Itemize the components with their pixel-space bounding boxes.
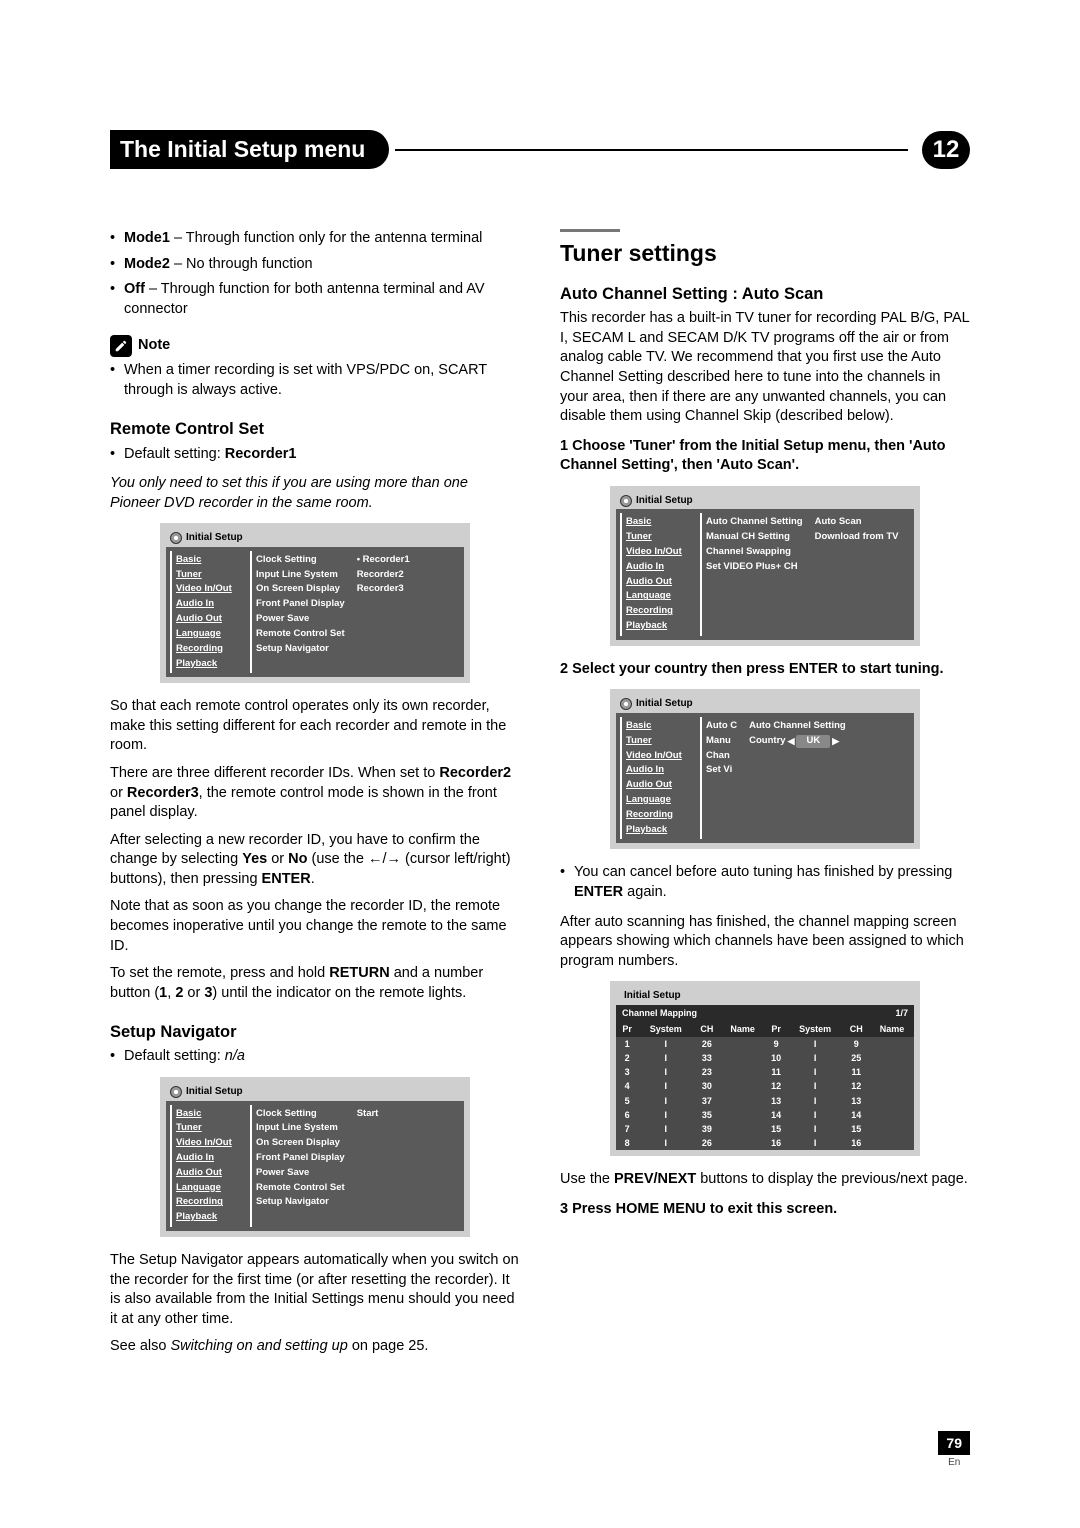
tuner-intro: This recorder has a built-in TV tuner fo…: [560, 309, 970, 426]
page-lang: En: [938, 1457, 970, 1468]
setupnav-default: Default setting: n/a: [110, 1047, 520, 1067]
step-1: 1 Choose 'Tuner' from the Initial Setup …: [560, 437, 970, 476]
chapter-header: The Initial Setup menu 12: [110, 130, 970, 169]
menu-left-panel: Basic Tuner Video In/Out Audio In Audio …: [620, 717, 696, 840]
setupnav-p2: See also Switching on and setting up on …: [110, 1337, 520, 1357]
mode-item: Off – Through function for both antenna …: [110, 280, 520, 319]
remote-p3: After selecting a new recorder ID, you h…: [110, 831, 520, 890]
table-header: PrSystemCHName PrSystemCHName: [616, 1021, 914, 1037]
note-block: Note: [110, 335, 520, 357]
setupnav-heading: Setup Navigator: [110, 1021, 520, 1043]
menu-screenshot-remote: Initial Setup Basic Tuner Video In/Out A…: [160, 523, 470, 683]
disc-icon: [170, 532, 182, 544]
after-scan: After auto scanning has finished, the ch…: [560, 913, 970, 972]
menu-left-panel: Basic Tuner Video In/Out Audio In Audio …: [620, 513, 696, 636]
default-setting: Default setting: n/a: [110, 1047, 520, 1067]
left-column: Mode1 – Through function only for the an…: [110, 229, 520, 1365]
autoscan-heading: Auto Channel Setting : Auto Scan: [560, 283, 970, 305]
note-text: When a timer recording is set with VPS/P…: [110, 361, 520, 400]
menu-screenshot-autoscan: Initial Setup Basic Tuner Video In/Out A…: [610, 486, 920, 646]
menu-right-panel: • Recorder1 Recorder2 Recorder3: [353, 551, 460, 674]
remote-p1: So that each remote control operates onl…: [110, 697, 520, 756]
table-row: 6I3514I14: [616, 1108, 914, 1122]
pencil-icon: [110, 335, 132, 357]
menu-left-panel: Basic Tuner Video In/Out Audio In Audio …: [170, 551, 246, 674]
section-rule: [560, 229, 620, 232]
menu-mid-panel: Clock Setting Input Line System On Scree…: [250, 551, 349, 674]
remote-heading: Remote Control Set: [110, 418, 520, 440]
table-row: 8I2616I16: [616, 1136, 914, 1150]
page-number: 79: [938, 1431, 970, 1455]
default-setting: Default setting: Recorder1: [110, 445, 520, 465]
disc-icon: [170, 1086, 182, 1098]
remote-p5: To set the remote, press and hold RETURN…: [110, 964, 520, 1003]
chapter-title: The Initial Setup menu: [110, 130, 389, 169]
chapter-number: 12: [922, 131, 970, 169]
header-rule: [395, 149, 908, 151]
setupnav-p1: The Setup Navigator appears automaticall…: [110, 1251, 520, 1329]
disc-icon: [620, 698, 632, 710]
remote-default: Default setting: Recorder1: [110, 445, 520, 465]
tuner-heading: Tuner settings: [560, 238, 970, 269]
channel-mapping-screenshot: Initial Setup Channel Mapping1/7 PrSyste…: [610, 981, 920, 1156]
remote-p2: There are three different recorder IDs. …: [110, 764, 520, 823]
table-row: 3I2311I11: [616, 1065, 914, 1079]
disc-icon: [620, 495, 632, 507]
step-2: 2 Select your country then press ENTER t…: [560, 660, 970, 680]
menu-mid-panel: Clock Setting Input Line System On Scree…: [250, 1105, 349, 1228]
channel-mapping-table: Channel Mapping1/7 PrSystemCHName PrSyst…: [616, 1005, 914, 1150]
menu-right-panel: Start: [353, 1105, 460, 1228]
page-number-badge: 79 En: [938, 1431, 970, 1468]
step-3: 3 Press HOME MENU to exit this screen.: [560, 1200, 970, 1220]
mode-list: Mode1 – Through function only for the an…: [110, 229, 520, 319]
country-selector[interactable]: Country ◀ UK ▶: [749, 734, 906, 749]
right-arrow-icon: ▶: [832, 735, 839, 747]
mode-item: Mode1 – Through function only for the an…: [110, 229, 520, 249]
note-label: Note: [138, 336, 170, 356]
right-column: Tuner settings Auto Channel Setting : Au…: [560, 229, 970, 1365]
table-row: 4I3012I12: [616, 1079, 914, 1093]
remote-intro: You only need to set this if you are usi…: [110, 474, 520, 513]
prevnext-note: Use the PREV/NEXT buttons to display the…: [560, 1170, 970, 1190]
table-row: 7I3915I15: [616, 1122, 914, 1136]
table-row: 2I3310I25: [616, 1051, 914, 1065]
cancel-note: You can cancel before auto tuning has fi…: [560, 863, 970, 902]
country-popup: Auto Channel Setting Country ◀ UK ▶: [745, 717, 910, 840]
menu-left-panel: Basic Tuner Video In/Out Audio In Audio …: [170, 1105, 246, 1228]
table-row: 5I3713I13: [616, 1094, 914, 1108]
mode-item: Mode2 – No through function: [110, 255, 520, 275]
menu-screenshot-country: Initial Setup Basic Tuner Video In/Out A…: [610, 689, 920, 849]
menu-mid-panel: Auto Channel Setting Manual CH Setting C…: [700, 513, 807, 636]
left-arrow-icon: ◀: [788, 735, 795, 747]
note-text-list: When a timer recording is set with VPS/P…: [110, 361, 520, 400]
table-row: 1I269I9: [616, 1037, 914, 1051]
menu-mid-panel: Auto C Manu Chan Set Vi: [700, 717, 741, 840]
remote-p4: Note that as soon as you change the reco…: [110, 897, 520, 956]
menu-right-panel: Auto Scan Download from TV: [811, 513, 910, 636]
menu-screenshot-setupnav: Initial Setup Basic Tuner Video In/Out A…: [160, 1077, 470, 1237]
